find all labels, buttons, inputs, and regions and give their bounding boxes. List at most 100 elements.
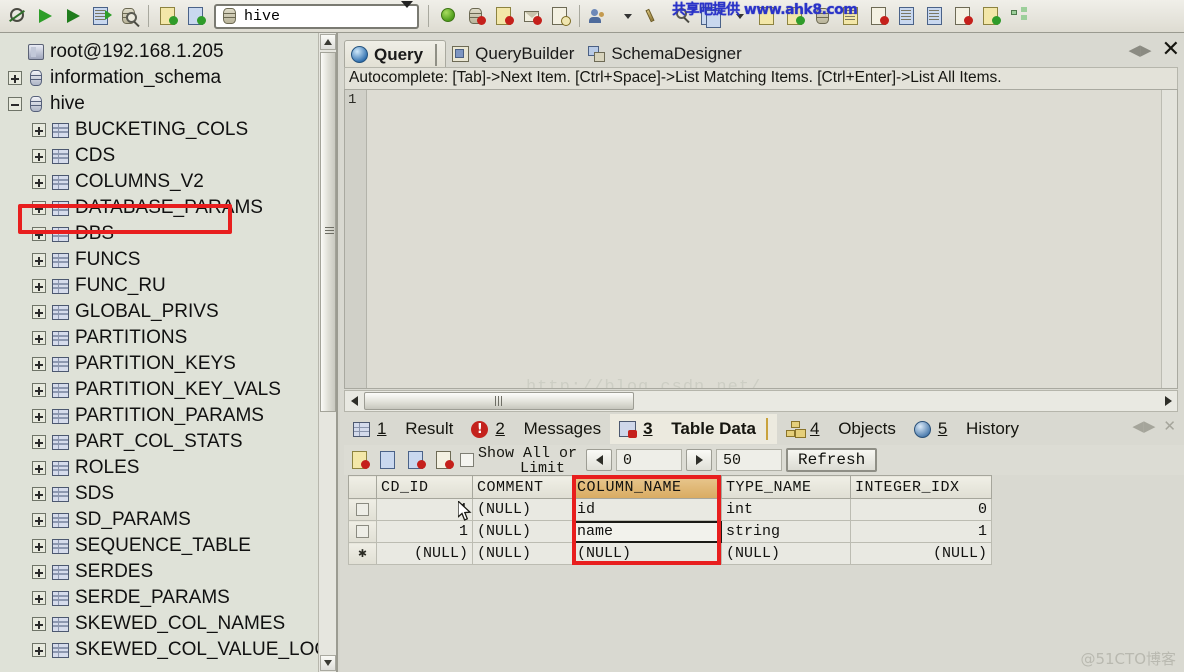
- refresh-data-button[interactable]: [463, 3, 489, 29]
- cell-comment[interactable]: (NULL): [472, 520, 573, 543]
- report-button[interactable]: [950, 3, 976, 29]
- tree-item-partition-params[interactable]: PARTITION_PARAMS: [4, 403, 318, 429]
- tree-item-serde-params[interactable]: SERDE_PARAMS: [4, 585, 318, 611]
- tree-item-skewed-col-names[interactable]: SKEWED_COL_NAMES: [4, 611, 318, 637]
- tree-expander-plus-icon[interactable]: [32, 487, 46, 501]
- tree-item-funcs[interactable]: FUNCS: [4, 247, 318, 273]
- tree-item-partitions[interactable]: PARTITIONS: [4, 325, 318, 351]
- tree-item-hive[interactable]: hive: [4, 91, 318, 117]
- execute-to-grid-button[interactable]: [88, 3, 114, 29]
- table-data-grid[interactable]: CD_ID COMMENT COLUMN_NAME TYPE_NAME INTEGER_…: [348, 475, 992, 668]
- offset-next-button[interactable]: [686, 449, 712, 471]
- query-tab-query[interactable]: Query: [344, 40, 447, 68]
- cleanup-button[interactable]: [642, 3, 668, 29]
- editor-horizontal-scrollbar[interactable]: [344, 390, 1178, 412]
- close-icon[interactable]: ✕: [1162, 39, 1180, 61]
- tree-expander-plus-icon[interactable]: [8, 71, 22, 85]
- tree-expander-plus-icon[interactable]: [32, 565, 46, 579]
- scroll-right-button[interactable]: [1159, 391, 1177, 411]
- import-button[interactable]: [491, 3, 517, 29]
- tree-item-global-privs[interactable]: GLOBAL_PRIVS: [4, 299, 318, 325]
- connect-icon[interactable]: [4, 3, 30, 29]
- save-script-button[interactable]: [183, 3, 209, 29]
- tree-expander-plus-icon[interactable]: [32, 279, 46, 293]
- offset-prev-button[interactable]: [586, 449, 612, 471]
- database-tools-button[interactable]: [810, 3, 836, 29]
- show-all-checkbox[interactable]: [460, 453, 474, 467]
- cell-integer_idx[interactable]: 1: [850, 520, 992, 543]
- users-dropdown[interactable]: [614, 3, 640, 29]
- explain-plan-button[interactable]: [116, 3, 142, 29]
- query-tab-querybuilder[interactable]: QueryBuilder: [446, 40, 582, 68]
- tree-item-func-ru[interactable]: FUNC_RU: [4, 273, 318, 299]
- scroll-up-button[interactable]: [320, 34, 336, 50]
- search-button[interactable]: [670, 3, 696, 29]
- properties-button[interactable]: [978, 3, 1004, 29]
- network-diagram-button[interactable]: [1006, 3, 1032, 29]
- tree-expander-plus-icon[interactable]: [32, 435, 46, 449]
- tree-item-information-schema[interactable]: information_schema: [4, 65, 318, 91]
- chevron-down-icon[interactable]: [401, 0, 413, 25]
- scroll-left-button[interactable]: [345, 391, 363, 411]
- execute-current-button[interactable]: [60, 3, 86, 29]
- tree-item-serdes[interactable]: SERDES: [4, 559, 318, 585]
- tree-item-dbs[interactable]: DBS: [4, 221, 318, 247]
- tree-item-sds[interactable]: SDS: [4, 481, 318, 507]
- new-table-green-button[interactable]: [782, 3, 808, 29]
- tree-expander-plus-icon[interactable]: [32, 539, 46, 553]
- results-tab-objects[interactable]: 4 Objects: [777, 414, 905, 444]
- refresh-button[interactable]: Refresh: [786, 448, 878, 472]
- results-tab-history[interactable]: 5 History: [905, 414, 1028, 444]
- tree-expander-plus-icon[interactable]: [32, 513, 46, 527]
- schedule-button[interactable]: [547, 3, 573, 29]
- copy-row-icon[interactable]: [348, 448, 372, 472]
- delete-rows-icon[interactable]: [432, 448, 456, 472]
- tree-expander-plus-icon[interactable]: [32, 305, 46, 319]
- row-marker[interactable]: [348, 498, 377, 521]
- execute-button[interactable]: [32, 3, 58, 29]
- column-header-type_name[interactable]: TYPE_NAME: [721, 475, 851, 499]
- editor-vertical-scrollbar[interactable]: [1161, 90, 1177, 388]
- users-button[interactable]: [586, 3, 612, 29]
- results-tab-table-data[interactable]: 3 Table Data: [610, 414, 777, 444]
- query-tabs[interactable]: Query QueryBuilder SchemaDesigner: [344, 38, 1184, 68]
- cell-comment[interactable]: (NULL): [472, 498, 573, 521]
- query-tab-schemadesigner[interactable]: SchemaDesigner: [582, 40, 749, 68]
- tree-expander-plus-icon[interactable]: [32, 331, 46, 345]
- column-header-cd_id[interactable]: CD_ID: [376, 475, 473, 499]
- editor-surface[interactable]: http://blog.csdn.net/: [368, 90, 1161, 388]
- cell-type_name[interactable]: int: [721, 498, 851, 521]
- tree-item-roles[interactable]: ROLES: [4, 455, 318, 481]
- cell-integer_idx[interactable]: 0: [850, 498, 992, 521]
- cell-cd_id[interactable]: 1: [376, 520, 473, 543]
- cell-type_name[interactable]: string: [721, 520, 851, 543]
- scroll-down-button[interactable]: [320, 655, 336, 671]
- tree-item-cds[interactable]: CDS: [4, 143, 318, 169]
- tree-item-columns-v2[interactable]: COLUMNS_V2: [4, 169, 318, 195]
- results-tab-controls[interactable]: ◀▶ ✕: [1132, 417, 1176, 435]
- grid-view-button[interactable]: [894, 3, 920, 29]
- export-icon[interactable]: [404, 448, 428, 472]
- cell-cd_id[interactable]: (NULL): [376, 542, 473, 565]
- query-tab-controls[interactable]: ◀▶ ✕: [1128, 39, 1180, 61]
- row-marker[interactable]: ✱: [348, 542, 377, 565]
- tree-expander-plus-icon[interactable]: [32, 461, 46, 475]
- tree-expander-plus-icon[interactable]: [32, 617, 46, 631]
- cell-column_name[interactable]: name: [572, 520, 722, 543]
- copy-objects-dropdown[interactable]: [726, 3, 752, 29]
- save-icon[interactable]: [376, 448, 400, 472]
- cell-comment[interactable]: (NULL): [472, 542, 573, 565]
- row-marker[interactable]: [348, 520, 377, 543]
- results-tab-messages[interactable]: ! 2 Messages: [462, 414, 610, 444]
- tree-expander-plus-icon[interactable]: [32, 149, 46, 163]
- tree-expander-plus-icon[interactable]: [32, 409, 46, 423]
- limit-field[interactable]: 50: [716, 449, 782, 471]
- tree-item-database-params[interactable]: DATABASE_PARAMS: [4, 195, 318, 221]
- open-script-button[interactable]: [155, 3, 181, 29]
- cell-integer_idx[interactable]: (NULL): [850, 542, 992, 565]
- tree-expander-plus-icon[interactable]: [32, 591, 46, 605]
- row-checkbox[interactable]: [356, 502, 369, 516]
- results-nav-arrows-icon[interactable]: ◀▶: [1132, 417, 1155, 435]
- table-row[interactable]: 1 (NULL) id int 0: [348, 498, 992, 521]
- table-row[interactable]: ✱ (NULL) (NULL) (NULL) (NULL) (NULL): [348, 542, 992, 565]
